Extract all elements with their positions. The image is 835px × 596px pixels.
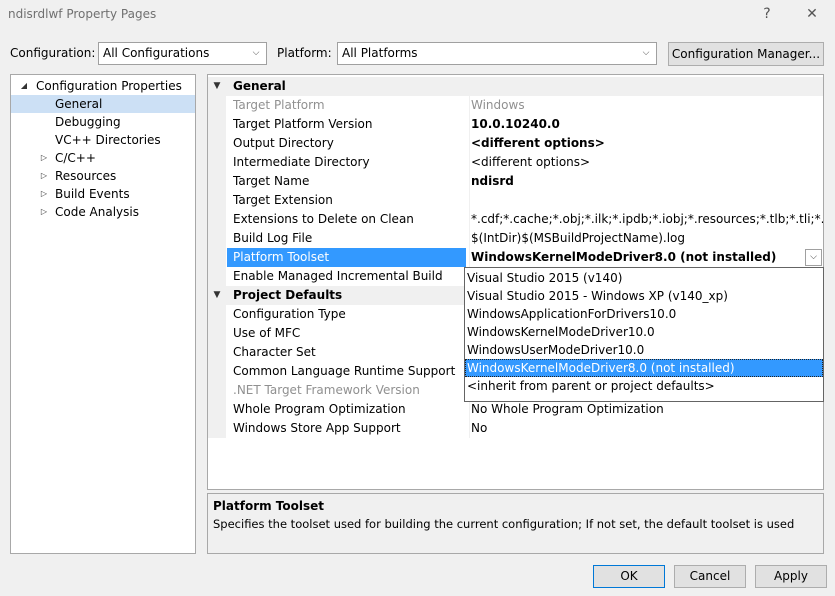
property-row[interactable]: Target Extension bbox=[208, 191, 823, 210]
tree-item-code-analysis[interactable]: ▷ Code Analysis bbox=[11, 203, 195, 221]
chevron-down-icon[interactable]: ⌵ bbox=[805, 249, 822, 266]
tree-item-c-cpp[interactable]: ▷ C/C++ bbox=[11, 149, 195, 167]
window-title: ndisrdlwf Property Pages bbox=[8, 7, 157, 21]
property-value[interactable]: <different options> bbox=[469, 134, 823, 153]
tree-item-label: C/C++ bbox=[55, 151, 96, 165]
tree-item-build-events[interactable]: ▷ Build Events bbox=[11, 185, 195, 203]
category-general[interactable]: ▼ General bbox=[208, 77, 823, 96]
property-name: Intermediate Directory bbox=[233, 155, 370, 169]
property-row[interactable]: Target Platform Windows bbox=[208, 96, 823, 115]
property-row[interactable]: Build Log File $(IntDir)$(MSBuildProject… bbox=[208, 229, 823, 248]
description-title: Platform Toolset bbox=[213, 499, 325, 513]
property-value[interactable]: <different options> bbox=[469, 153, 823, 172]
property-row[interactable]: Extensions to Delete on Clean *.cdf;*.ca… bbox=[208, 210, 823, 229]
dropdown-option[interactable]: WindowsApplicationForDrivers10.0 bbox=[465, 305, 823, 323]
property-row-platform-toolset[interactable]: Platform Toolset WindowsKernelModeDriver… bbox=[208, 248, 823, 267]
cancel-button[interactable]: Cancel bbox=[674, 565, 746, 588]
property-name: Enable Managed Incremental Build bbox=[233, 269, 443, 283]
close-button[interactable]: ✕ bbox=[800, 4, 824, 24]
configuration-select[interactable]: All Configurations ⌵ bbox=[98, 42, 267, 65]
property-row[interactable]: Target Name ndisrd bbox=[208, 172, 823, 191]
dropdown-option[interactable]: Visual Studio 2015 (v140) bbox=[465, 269, 823, 287]
property-row[interactable]: Target Platform Version 10.0.10240.0 bbox=[208, 115, 823, 134]
property-tree[interactable]: ◢ Configuration Properties General Debug… bbox=[10, 74, 196, 554]
tree-item-general[interactable]: General bbox=[11, 95, 195, 113]
property-name: Extensions to Delete on Clean bbox=[233, 212, 414, 226]
tree-item-label: Resources bbox=[55, 169, 117, 183]
property-value: Windows bbox=[469, 96, 823, 115]
platform-label: Platform: bbox=[277, 46, 332, 60]
property-row[interactable]: Whole Program Optimization No Whole Prog… bbox=[208, 400, 823, 419]
property-name: Use of MFC bbox=[233, 326, 301, 340]
expand-arrow-icon[interactable]: ▷ bbox=[39, 203, 49, 221]
property-name: Common Language Runtime Support bbox=[233, 364, 456, 378]
help-button[interactable]: ? bbox=[755, 4, 779, 24]
dropdown-option[interactable]: Visual Studio 2015 - Windows XP (v140_xp… bbox=[465, 287, 823, 305]
collapse-arrow-icon[interactable]: ▼ bbox=[211, 77, 223, 96]
platform-select[interactable]: All Platforms ⌵ bbox=[337, 42, 657, 65]
property-value[interactable]: *.cdf;*.cache;*.obj;*.ilk;*.ipdb;*.iobj;… bbox=[469, 210, 823, 229]
tree-item-vc-directories[interactable]: VC++ Directories bbox=[11, 131, 195, 149]
property-name: Windows Store App Support bbox=[233, 421, 401, 435]
tree-item-label: Code Analysis bbox=[55, 205, 139, 219]
description-panel: Platform Toolset Specifies the toolset u… bbox=[207, 493, 824, 554]
configuration-select-value: All Configurations bbox=[103, 46, 210, 60]
ok-button[interactable]: OK bbox=[593, 565, 665, 588]
tree-item-configuration-properties[interactable]: ◢ Configuration Properties bbox=[11, 77, 195, 95]
dropdown-option[interactable]: WindowsUserModeDriver10.0 bbox=[465, 341, 823, 359]
tree-item-label: VC++ Directories bbox=[55, 133, 161, 147]
tree-item-debugging[interactable]: Debugging bbox=[11, 113, 195, 131]
property-name: Target Platform Version bbox=[233, 117, 373, 131]
tree-item-label: Configuration Properties bbox=[36, 79, 182, 93]
configuration-label: Configuration: bbox=[10, 46, 96, 60]
description-text: Specifies the toolset used for building … bbox=[213, 517, 795, 531]
property-name: Platform Toolset bbox=[227, 248, 466, 267]
tree-item-resources[interactable]: ▷ Resources bbox=[11, 167, 195, 185]
property-name: Output Directory bbox=[233, 136, 334, 150]
expand-arrow-icon[interactable]: ▷ bbox=[39, 167, 49, 185]
property-value[interactable]: ndisrd bbox=[469, 172, 823, 191]
category-label: Project Defaults bbox=[233, 288, 343, 302]
dropdown-option[interactable]: <inherit from parent or project defaults… bbox=[465, 377, 823, 395]
collapse-arrow-icon[interactable]: ▼ bbox=[211, 286, 223, 305]
apply-button[interactable]: Apply bbox=[755, 565, 827, 588]
chevron-down-icon: ⌵ bbox=[252, 48, 260, 58]
property-value[interactable] bbox=[469, 191, 823, 210]
property-name: Whole Program Optimization bbox=[233, 402, 406, 416]
collapse-arrow-icon[interactable]: ◢ bbox=[19, 77, 29, 95]
platform-select-value: All Platforms bbox=[342, 46, 418, 60]
tree-item-label: General bbox=[55, 97, 103, 111]
platform-toolset-value[interactable]: WindowsKernelModeDriver8.0 (not installe… bbox=[469, 248, 803, 267]
property-name: Target Platform bbox=[233, 98, 325, 112]
property-name: Target Extension bbox=[233, 193, 333, 207]
dropdown-option-selected[interactable]: WindowsKernelModeDriver8.0 (not installe… bbox=[465, 359, 823, 377]
property-value[interactable]: No bbox=[469, 419, 823, 438]
category-label: General bbox=[233, 79, 286, 93]
property-value[interactable]: No Whole Program Optimization bbox=[469, 400, 823, 419]
property-name: Build Log File bbox=[233, 231, 313, 245]
configuration-manager-button[interactable]: Configuration Manager... bbox=[668, 42, 824, 66]
property-value[interactable]: 10.0.10240.0 bbox=[469, 115, 823, 134]
property-name: Character Set bbox=[233, 345, 316, 359]
chevron-down-icon: ⌵ bbox=[642, 48, 650, 58]
property-row[interactable]: Windows Store App Support No bbox=[208, 419, 823, 438]
property-name: Configuration Type bbox=[233, 307, 346, 321]
dropdown-option[interactable]: WindowsKernelModeDriver10.0 bbox=[465, 323, 823, 341]
tree-item-label: Build Events bbox=[55, 187, 130, 201]
property-row[interactable]: Output Directory <different options> bbox=[208, 134, 823, 153]
property-row[interactable]: Intermediate Directory <different option… bbox=[208, 153, 823, 172]
tree-item-label: Debugging bbox=[55, 115, 121, 129]
property-value[interactable]: $(IntDir)$(MSBuildProjectName).log bbox=[469, 229, 823, 248]
property-name: .NET Target Framework Version bbox=[233, 383, 420, 397]
property-name: Target Name bbox=[233, 174, 310, 188]
expand-arrow-icon[interactable]: ▷ bbox=[39, 185, 49, 203]
expand-arrow-icon[interactable]: ▷ bbox=[39, 149, 49, 167]
platform-toolset-dropdown[interactable]: Visual Studio 2015 (v140) Visual Studio … bbox=[464, 267, 824, 402]
